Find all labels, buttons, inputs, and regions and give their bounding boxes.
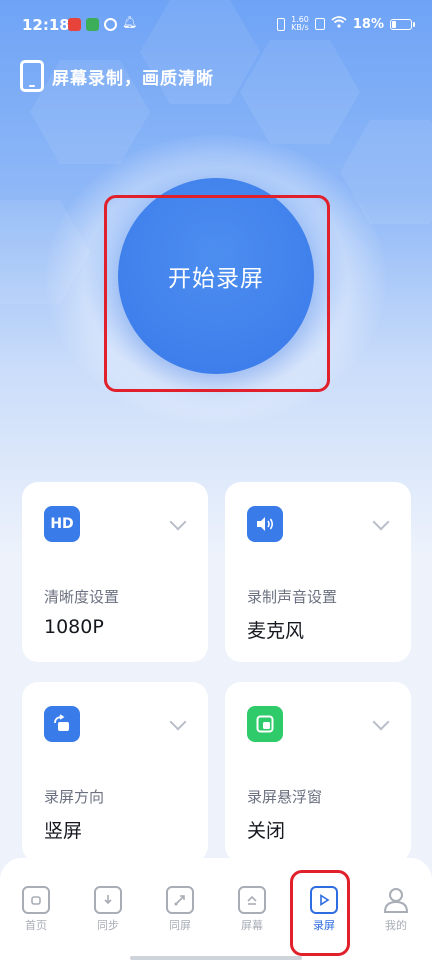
home-icon — [22, 886, 50, 914]
card-label: 录制声音设置 — [247, 588, 338, 606]
vibrate-icon — [277, 17, 286, 31]
card-value: 1080P — [44, 616, 104, 638]
notification-sync-icon — [104, 18, 117, 31]
home-indicator[interactable] — [130, 956, 302, 960]
status-bar: 12:18 🔔︎ 1.60 KB/s 18% — [0, 0, 432, 50]
phone-icon — [20, 60, 44, 92]
card-value: 关闭 — [247, 820, 286, 842]
battery-icon — [390, 18, 415, 30]
chevron-down-icon[interactable] — [372, 713, 390, 731]
chevron-down-icon[interactable] — [169, 713, 187, 731]
nav-label: 录屏 — [313, 919, 335, 932]
wifi-icon — [331, 16, 347, 32]
chevron-down-icon[interactable] — [372, 513, 390, 531]
bottom-nav: 首页 同步 同屏 屏幕 录屏 我的 — [0, 858, 432, 964]
orientation-setting-card[interactable]: 录屏方向 竖屏 — [22, 682, 208, 862]
bell-icon: 🔔︎ — [122, 15, 138, 29]
speaker-icon — [247, 506, 283, 542]
notification-app-icon — [68, 18, 81, 31]
card-value: 麦克风 — [247, 620, 305, 642]
folder-download-icon — [94, 886, 122, 914]
sim-icon — [314, 18, 325, 30]
nav-label: 首页 — [25, 919, 47, 932]
card-label: 录屏悬浮窗 — [247, 788, 323, 806]
card-label: 清晰度设置 — [44, 588, 120, 606]
quality-setting-card[interactable]: HD 清晰度设置 1080P — [22, 482, 208, 662]
status-time: 12:18 — [22, 16, 70, 34]
battery-percent: 18% — [352, 16, 384, 32]
expand-icon — [166, 886, 194, 914]
nav-item-home[interactable]: 首页 — [16, 886, 56, 933]
nav-item-record[interactable]: 录屏 — [304, 886, 344, 933]
nav-item-profile[interactable]: 我的 — [376, 886, 416, 933]
chevron-down-icon[interactable] — [169, 513, 187, 531]
nav-item-mirror[interactable]: 同屏 — [160, 886, 200, 933]
card-label: 录屏方向 — [44, 788, 105, 806]
start-recording-label: 开始录屏 — [168, 266, 264, 292]
audio-setting-card[interactable]: 录制声音设置 麦克风 — [225, 482, 411, 662]
nav-label: 屏幕 — [241, 919, 263, 932]
screen-upload-icon — [238, 886, 266, 914]
floating-window-setting-card[interactable]: 录屏悬浮窗 关闭 — [225, 682, 411, 862]
play-icon — [310, 886, 338, 914]
floating-window-icon — [247, 706, 283, 742]
nav-item-screen[interactable]: 屏幕 — [232, 886, 272, 933]
nav-label: 我的 — [385, 919, 407, 932]
decor-hexagon — [240, 40, 360, 144]
page-title: 屏幕录制，画质清晰 — [52, 68, 214, 89]
notification-app-icon — [86, 18, 99, 31]
start-recording-button[interactable]: 开始录屏 — [118, 178, 314, 374]
user-icon — [382, 886, 410, 914]
card-value: 竖屏 — [44, 820, 83, 842]
page-header: 屏幕录制，画质清晰 — [20, 60, 214, 92]
rotate-icon — [44, 706, 80, 742]
nav-label: 同步 — [97, 919, 119, 932]
net-speed: 1.60 KB/s — [291, 15, 309, 32]
nav-label: 同屏 — [169, 919, 191, 932]
hd-icon: HD — [44, 506, 80, 542]
nav-item-sync[interactable]: 同步 — [88, 886, 128, 933]
